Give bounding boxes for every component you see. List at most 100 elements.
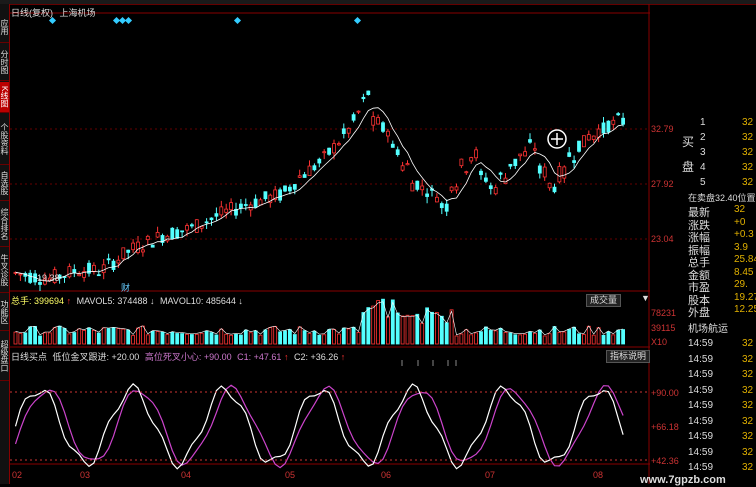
volume-indicator-button[interactable]: 成交量 [586, 294, 622, 307]
bid-ask-buy-label: 买 [682, 135, 695, 149]
low-price-label: 19.38 [37, 273, 60, 283]
candle [552, 186, 557, 193]
stat-value: 3.9 [734, 241, 748, 253]
volume-bar [136, 327, 140, 345]
trade-price: 32 [742, 446, 754, 458]
finance-event-marker[interactable]: 财 [121, 281, 130, 294]
volume-bar [430, 311, 434, 345]
volume-bar [121, 328, 126, 345]
volume-bar [503, 332, 508, 345]
volume-bar [28, 326, 33, 345]
trade-price: 32 [742, 384, 754, 396]
candle [126, 249, 131, 253]
candle [111, 260, 116, 270]
volume-bar [52, 327, 57, 345]
volume-bar [18, 333, 23, 345]
candle [533, 148, 537, 151]
indicator-tick-high: +90.00 [651, 388, 679, 398]
indicator-line1: 低位金叉跟进: +20.00 [52, 352, 140, 362]
indicator-help-button[interactable]: 指标说明 [606, 350, 651, 363]
volume-bar [444, 322, 449, 345]
candle [194, 219, 199, 233]
sidebar-tab[interactable]: 功能区 [0, 294, 9, 331]
volume-bar [116, 328, 121, 345]
volume-bar [601, 334, 606, 345]
volume-legend: 总手: 399694 ↑ MAVOL5: 374488 ↓ MAVOL10: 4… [11, 294, 243, 307]
candle [327, 147, 332, 155]
candle [616, 113, 621, 116]
candle [518, 153, 523, 157]
indicator-line2: 高位死叉小心: +90.00 [144, 352, 232, 362]
indicator-tick-mid: +66.18 [651, 422, 679, 432]
volume-bar [219, 328, 224, 345]
sidebar-tab[interactable]: 超级盘口 [0, 332, 9, 381]
candle [376, 117, 381, 125]
volume-tick-unit: X10 [651, 337, 668, 347]
candle [371, 116, 376, 126]
volume-bar [229, 334, 234, 345]
volume-bar [459, 333, 464, 345]
candle [140, 249, 145, 253]
stat-value: 29. [734, 279, 748, 290]
candle [224, 208, 229, 213]
sidebar-tab[interactable]: 应用 [0, 12, 9, 43]
volume-bar [415, 313, 420, 345]
trade-price: 32 [742, 369, 754, 380]
candle [180, 230, 185, 233]
volume-bar [454, 335, 459, 345]
volume-bar [542, 335, 547, 345]
sidebar-tab[interactable]: 综合排名 [0, 202, 9, 247]
candle [567, 152, 572, 157]
candle [591, 135, 596, 140]
volume-bar [508, 332, 513, 345]
volume-bar [336, 333, 341, 345]
sidebar-tab[interactable]: 自选股 [0, 166, 9, 201]
volume-bar [77, 328, 82, 345]
volume-bar [577, 333, 581, 345]
x-tick: 03 [80, 470, 91, 480]
sidebar-tab[interactable]: 牛叉诊股 [0, 248, 9, 293]
candle [449, 186, 454, 192]
volume-bar [616, 329, 621, 345]
candle [67, 266, 72, 278]
volume-bar [23, 332, 28, 345]
signal-diamond-icon [233, 16, 242, 25]
candle [601, 122, 606, 134]
volume-bar [43, 332, 47, 345]
candle [346, 127, 351, 134]
sidebar-tab[interactable]: K线图 [0, 82, 9, 113]
price-tick-low: 23.04 [651, 234, 674, 244]
candle [395, 149, 400, 156]
volume-bar [611, 334, 616, 345]
volume-bar [567, 329, 572, 345]
volume-bar [518, 334, 523, 345]
volume-bar [111, 327, 116, 345]
x-tick: 06 [381, 470, 392, 480]
candle [238, 203, 243, 209]
volume-dropdown-icon[interactable]: ▼ [641, 293, 650, 303]
volume-bar [238, 334, 243, 345]
volume-bar [268, 327, 273, 345]
volume-bar [302, 330, 307, 345]
sidebar-tab[interactable]: 分时图 [0, 44, 9, 81]
candle [155, 232, 160, 238]
order-level-price: 32 [742, 147, 754, 158]
candle [611, 119, 616, 125]
candle [219, 206, 224, 216]
candle [542, 166, 547, 178]
trade-time: 14:59 [688, 446, 714, 458]
volume-bar [356, 332, 361, 345]
volume-bar [351, 326, 356, 345]
trade-price: 32 [742, 338, 754, 349]
candle [381, 122, 385, 132]
candle [582, 135, 586, 148]
candle [278, 189, 283, 201]
indicator-legend: 日线买点 低位金叉跟进: +20.00 高位死叉小心: +90.00 C1: +… [11, 350, 345, 363]
sidebar-tab[interactable]: 个股资料 [0, 114, 9, 165]
indicator-name: 日线买点 [11, 352, 48, 362]
kline-chart[interactable] [10, 4, 650, 484]
ticker-title: 机场航运 [688, 324, 728, 335]
volume-bar [317, 334, 322, 345]
candle [150, 244, 155, 248]
volume-bar [145, 334, 150, 345]
